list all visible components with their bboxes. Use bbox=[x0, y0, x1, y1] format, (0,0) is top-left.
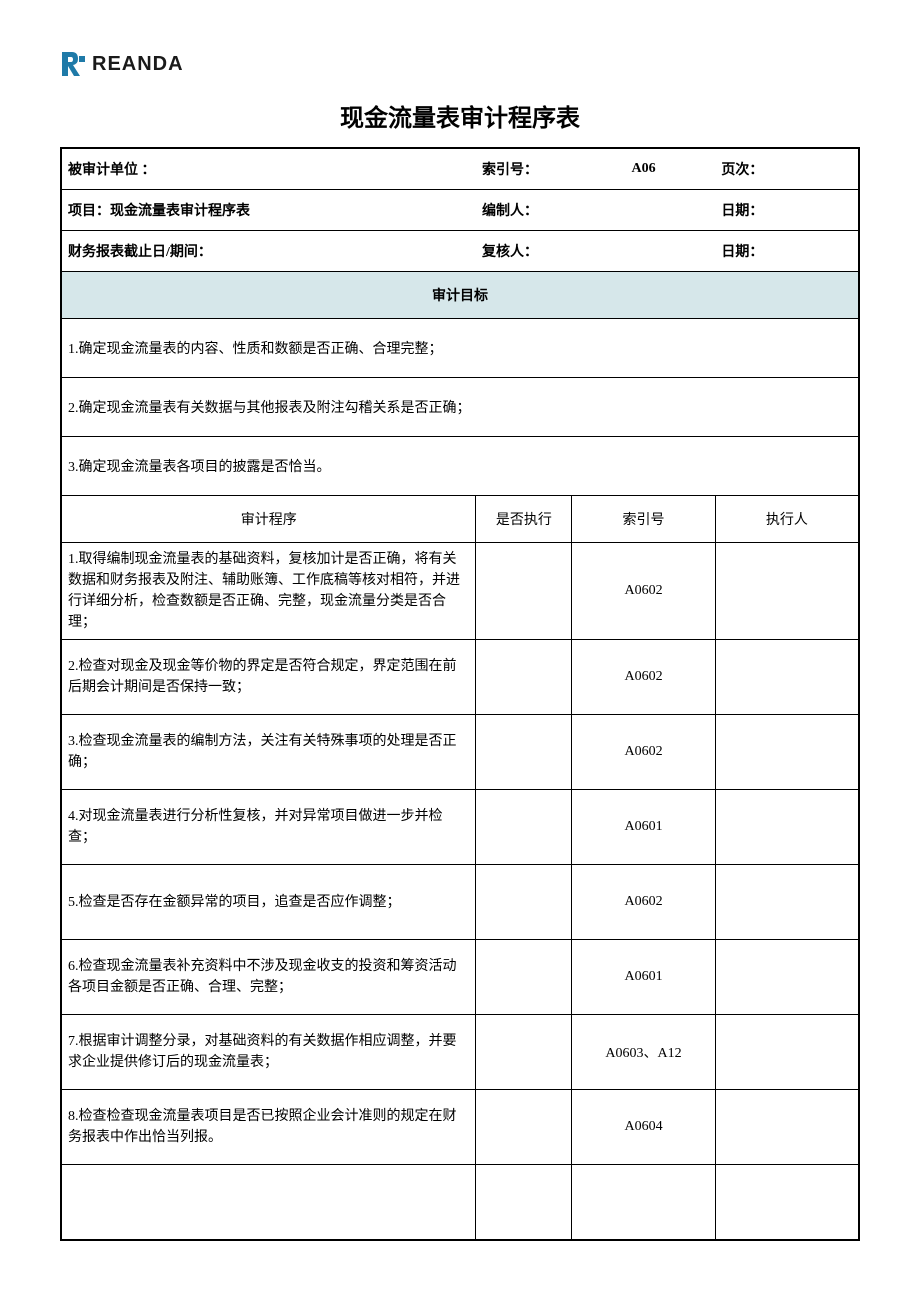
procedure-index: A0601 bbox=[572, 790, 716, 865]
brand-block: REANDA bbox=[60, 50, 860, 78]
col-procedure: 审计程序 bbox=[61, 496, 476, 543]
procedure-index: A0602 bbox=[572, 715, 716, 790]
procedure-text: 1.取得编制现金流量表的基础资料，复核加计是否正确，将有关数据和财务报表及附注、… bbox=[61, 543, 476, 640]
reviewer-label: 复核人： bbox=[482, 245, 538, 260]
procedure-executor bbox=[715, 790, 859, 865]
procedure-index: A0602 bbox=[572, 865, 716, 940]
page-label: 页次： bbox=[721, 163, 763, 178]
date1-label: 日期： bbox=[721, 204, 763, 219]
brand-logo-icon bbox=[60, 50, 86, 78]
objective-text: 3.确定现金流量表各项目的披露是否恰当。 bbox=[61, 437, 859, 496]
period-label: 财务报表截止日/期间： bbox=[68, 245, 212, 260]
audit-table: 被审计单位 ： 索引号： A06 页次： 项目：现金流量表审计程序表 编制人： bbox=[60, 147, 860, 1241]
procedure-execute bbox=[476, 865, 572, 940]
procedure-index: A0601 bbox=[572, 940, 716, 1015]
procedure-text: 4.对现金流量表进行分析性复核，并对异常项目做进一步并检查； bbox=[61, 790, 476, 865]
procedure-executor bbox=[715, 865, 859, 940]
procedure-executor bbox=[715, 715, 859, 790]
procedure-row bbox=[61, 1165, 859, 1241]
procedure-execute bbox=[476, 715, 572, 790]
procedure-text: 8.检查检查现金流量表项目是否已按照企业会计准则的规定在财务报表中作出恰当列报。 bbox=[61, 1090, 476, 1165]
procedure-execute bbox=[476, 1015, 572, 1090]
procedure-execute bbox=[476, 790, 572, 865]
procedure-text: 2.检查对现金及现金等价物的界定是否符合规定，界定范围在前后期会计期间是否保持一… bbox=[61, 640, 476, 715]
procedure-index: A0604 bbox=[572, 1090, 716, 1165]
procedure-executor bbox=[715, 1015, 859, 1090]
procedure-executor bbox=[715, 940, 859, 1015]
procedure-row: 4.对现金流量表进行分析性复核，并对异常项目做进一步并检查； A0601 bbox=[61, 790, 859, 865]
index-label: 索引号： bbox=[482, 163, 538, 178]
procedure-index: A0602 bbox=[572, 640, 716, 715]
procedure-index: A0603、A12 bbox=[572, 1015, 716, 1090]
header-row-1: 被审计单位 ： 索引号： A06 页次： bbox=[61, 148, 859, 190]
procedure-text: 3.检查现金流量表的编制方法，关注有关特殊事项的处理是否正确； bbox=[61, 715, 476, 790]
header-row-2: 项目：现金流量表审计程序表 编制人： 日期： bbox=[61, 190, 859, 231]
procedure-text: 7.根据审计调整分录，对基础资料的有关数据作相应调整，并要求企业提供修订后的现金… bbox=[61, 1015, 476, 1090]
objectives-header: 审计目标 bbox=[61, 272, 859, 319]
col-executor: 执行人 bbox=[715, 496, 859, 543]
procedure-row: 2.检查对现金及现金等价物的界定是否符合规定，界定范围在前后期会计期间是否保持一… bbox=[61, 640, 859, 715]
procedure-row: 1.取得编制现金流量表的基础资料，复核加计是否正确，将有关数据和财务报表及附注、… bbox=[61, 543, 859, 640]
procedure-executor bbox=[715, 640, 859, 715]
procedure-executor bbox=[715, 1165, 859, 1241]
procedure-text: 6.检查现金流量表补充资料中不涉及现金收支的投资和筹资活动各项目金额是否正确、合… bbox=[61, 940, 476, 1015]
objective-row: 3.确定现金流量表各项目的披露是否恰当。 bbox=[61, 437, 859, 496]
procedure-row: 8.检查检查现金流量表项目是否已按照企业会计准则的规定在财务报表中作出恰当列报。… bbox=[61, 1090, 859, 1165]
procedure-header-row: 审计程序 是否执行 索引号 执行人 bbox=[61, 496, 859, 543]
procedure-row: 5.检查是否存在金额异常的项目，追查是否应作调整； A0602 bbox=[61, 865, 859, 940]
brand-text: REANDA bbox=[92, 53, 184, 76]
procedure-index bbox=[572, 1165, 716, 1241]
index-value: A06 bbox=[631, 161, 655, 176]
procedure-executor bbox=[715, 1090, 859, 1165]
procedure-executor bbox=[715, 543, 859, 640]
objective-text: 1.确定现金流量表的内容、性质和数额是否正确、合理完整； bbox=[61, 319, 859, 378]
procedure-execute bbox=[476, 543, 572, 640]
procedure-row: 3.检查现金流量表的编制方法，关注有关特殊事项的处理是否正确； A0602 bbox=[61, 715, 859, 790]
procedure-row: 6.检查现金流量表补充资料中不涉及现金收支的投资和筹资活动各项目金额是否正确、合… bbox=[61, 940, 859, 1015]
procedure-execute bbox=[476, 640, 572, 715]
col-execute: 是否执行 bbox=[476, 496, 572, 543]
col-index: 索引号 bbox=[572, 496, 716, 543]
objective-text: 2.确定现金流量表有关数据与其他报表及附注勾稽关系是否正确； bbox=[61, 378, 859, 437]
document-title: 现金流量表审计程序表 bbox=[60, 98, 860, 133]
page: REANDA 现金流量表审计程序表 被审计单位 ： 索引号： A06 页次： 项… bbox=[0, 0, 920, 1301]
procedure-execute bbox=[476, 1165, 572, 1241]
project-label: 项目：现金流量表审计程序表 bbox=[68, 204, 250, 219]
procedure-execute bbox=[476, 940, 572, 1015]
procedure-text: 5.检查是否存在金额异常的项目，追查是否应作调整； bbox=[61, 865, 476, 940]
procedure-row: 7.根据审计调整分录，对基础资料的有关数据作相应调整，并要求企业提供修订后的现金… bbox=[61, 1015, 859, 1090]
date2-label: 日期： bbox=[721, 245, 763, 260]
procedure-text bbox=[61, 1165, 476, 1241]
procedure-execute bbox=[476, 1090, 572, 1165]
header-row-3: 财务报表截止日/期间： 复核人： 日期： bbox=[61, 231, 859, 272]
procedure-index: A0602 bbox=[572, 543, 716, 640]
objective-row: 1.确定现金流量表的内容、性质和数额是否正确、合理完整； bbox=[61, 319, 859, 378]
preparer-label: 编制人： bbox=[482, 204, 538, 219]
unit-label: 被审计单位 ： bbox=[68, 163, 156, 178]
objective-row: 2.确定现金流量表有关数据与其他报表及附注勾稽关系是否正确； bbox=[61, 378, 859, 437]
objectives-header-row: 审计目标 bbox=[61, 272, 859, 319]
